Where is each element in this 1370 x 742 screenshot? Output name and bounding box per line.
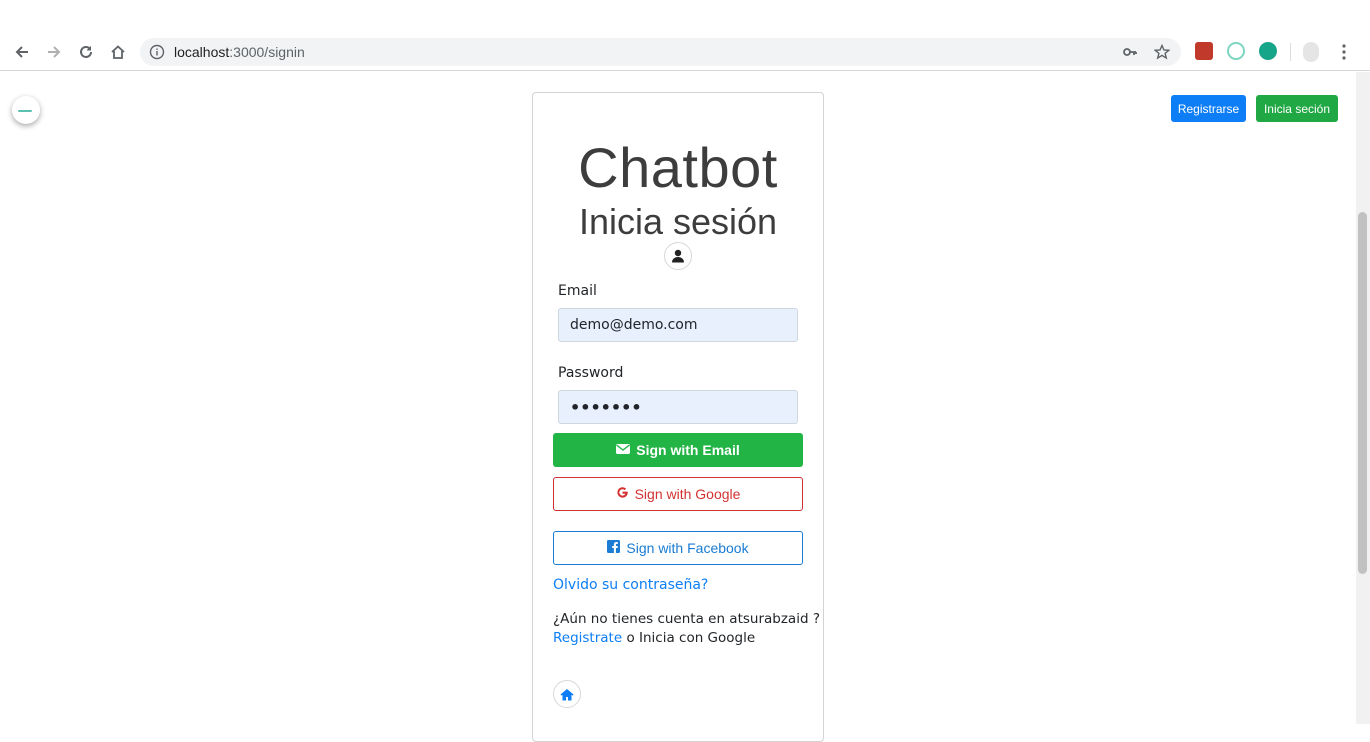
sign-with-google-button[interactable]: Sign with Google	[553, 477, 803, 511]
extension-icon-1[interactable]	[1195, 42, 1213, 60]
profile-icon[interactable]	[1303, 42, 1319, 62]
page-title: Chatbot	[578, 136, 778, 199]
reload-icon[interactable]	[74, 40, 98, 64]
page: Registrarse Inicia seción Chatbot Inicia…	[0, 72, 1356, 742]
no-account-text: ¿Aún no tienes cuenta en atsurabzaid ? R…	[553, 610, 823, 648]
url-path: :3000/signin	[229, 44, 305, 60]
no-account-question: ¿Aún no tienes cuenta en atsurabzaid ?	[553, 611, 820, 627]
palette-icon[interactable]	[1259, 42, 1277, 60]
google-icon	[616, 486, 629, 502]
back-icon[interactable]	[10, 40, 34, 64]
register-button[interactable]: Registrarse	[1171, 95, 1246, 122]
signin-card: Chatbot Inicia sesión Email demo@demo.co…	[532, 92, 824, 742]
url-text: localhost:3000/signin	[174, 44, 305, 60]
home-icon[interactable]	[106, 40, 130, 64]
register-link[interactable]: Registrate	[553, 630, 622, 646]
sign-with-email-label: Sign with Email	[636, 442, 740, 458]
sign-with-facebook-button[interactable]: Sign with Facebook	[553, 531, 803, 565]
password-label: Password	[558, 365, 624, 381]
email-label: Email	[558, 283, 597, 299]
key-icon[interactable]	[1122, 44, 1138, 64]
facebook-icon	[607, 540, 621, 556]
email-field[interactable]: demo@demo.com	[558, 308, 798, 342]
sign-with-google-label: Sign with Google	[634, 486, 741, 502]
house-icon[interactable]	[553, 680, 581, 708]
scrollbar-thumb[interactable]	[1358, 212, 1367, 574]
info-icon[interactable]	[149, 44, 165, 64]
password-field[interactable]: •••••••	[558, 390, 798, 424]
forward-icon[interactable]	[42, 40, 66, 64]
login-button[interactable]: Inicia seción	[1256, 95, 1338, 122]
user-icon	[664, 242, 692, 270]
or-google-text: o Inicia con Google	[622, 630, 756, 646]
menu-icon[interactable]	[1332, 40, 1356, 64]
sign-with-email-button[interactable]: Sign with Email	[553, 433, 803, 467]
url-host: localhost	[174, 44, 230, 60]
star-icon[interactable]	[1153, 43, 1171, 64]
browser-toolbar: localhost:3000/signin	[0, 0, 1370, 71]
sign-with-facebook-label: Sign with Facebook	[626, 540, 749, 556]
address-bar[interactable]: localhost:3000/signin	[140, 38, 1181, 66]
toolbar-separator	[1290, 43, 1291, 61]
floating-action-button[interactable]	[12, 96, 40, 124]
forgot-password-link[interactable]: Olvido su contraseña?	[553, 577, 708, 593]
extension-icon-2[interactable]	[1227, 42, 1245, 60]
envelope-icon	[616, 442, 631, 458]
page-subtitle: Inicia sesión	[578, 201, 778, 242]
